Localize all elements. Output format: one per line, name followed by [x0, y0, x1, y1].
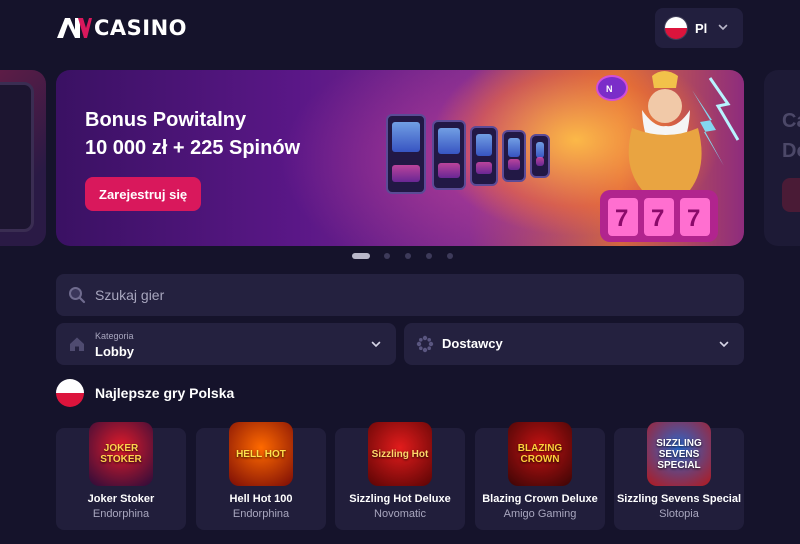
- svg-text:7: 7: [687, 205, 700, 232]
- svg-text:7: 7: [615, 205, 628, 232]
- game-thumbnail: BLAZING CROWN: [508, 422, 572, 486]
- next-slide-button: [782, 178, 800, 212]
- logo-text: CASINO: [94, 16, 188, 40]
- game-provider: Endorphina: [92, 508, 150, 520]
- next-slide-title: Ca Do: [782, 106, 800, 166]
- slot-machine-illustration: [530, 134, 550, 178]
- category-dropdown[interactable]: Kategoria Lobby: [56, 323, 396, 365]
- providers-dropdown[interactable]: Dostawcy: [404, 323, 744, 365]
- game-name: Blazing Crown Deluxe: [482, 493, 598, 505]
- next-slide-title-line2: Do: [782, 140, 800, 162]
- game-thumbnail-text: Sizzling Hot: [371, 448, 429, 460]
- register-button[interactable]: Zarejestruj się: [85, 177, 202, 211]
- game-name: Joker Stoker: [87, 493, 155, 505]
- poland-flag-icon: [56, 379, 84, 407]
- language-selector[interactable]: Pl: [655, 8, 743, 48]
- slot-machine-illustration: [432, 120, 466, 190]
- game-thumbnail-text: JOKER STOKER: [100, 443, 142, 465]
- phone-illustration: [0, 82, 34, 232]
- game-search[interactable]: [56, 274, 744, 316]
- games-list: JOKER STOKER Joker Stoker Endorphina HEL…: [56, 422, 744, 530]
- chevron-down-icon: [719, 341, 729, 348]
- banner-title-line2: 10 000 zł + 225 Spinów: [85, 137, 301, 159]
- game-provider: Endorphina: [232, 508, 290, 520]
- casino-logo[interactable]: CASINO: [56, 15, 187, 41]
- banner-title-line1: Bonus Powitalny: [85, 109, 247, 131]
- game-provider: Amigo Gaming: [503, 508, 577, 520]
- carousel-dot[interactable]: [405, 253, 411, 259]
- game-thumbnail: SIZZLING SEVENS SPECIAL: [647, 422, 711, 486]
- game-name: Sizzling Sevens Special: [616, 493, 742, 505]
- slot-machine-illustration: [470, 126, 498, 186]
- game-thumbnail: HELL HOT: [229, 422, 293, 486]
- game-name: Hell Hot 100: [229, 493, 293, 505]
- game-thumbnail-text: HELL HOT: [236, 448, 286, 460]
- game-thumbnail-text: SIZZLING SEVENS SPECIAL: [656, 437, 702, 471]
- game-card[interactable]: SIZZLING SEVENS SPECIAL Sizzling Sevens …: [614, 422, 744, 530]
- game-card[interactable]: JOKER STOKER Joker Stoker Endorphina: [56, 422, 186, 530]
- chevron-down-icon: [371, 341, 381, 348]
- next-slide-title-line1: Ca: [782, 110, 800, 132]
- game-thumbnail: Sizzling Hot: [368, 422, 432, 486]
- promo-banner[interactable]: N 7 7 7 Bonus Powitalny 10 000 zł + 225 …: [56, 70, 744, 246]
- svg-text:7: 7: [651, 205, 664, 232]
- carousel-prev-slide[interactable]: [0, 70, 46, 246]
- search-input[interactable]: [95, 287, 695, 303]
- game-provider: Slotopia: [659, 508, 699, 520]
- chevron-down-icon: [718, 24, 728, 31]
- game-name: Sizzling Hot Deluxe: [349, 493, 451, 505]
- game-card[interactable]: HELL HOT Hell Hot 100 Endorphina: [196, 422, 326, 530]
- game-provider: Novomatic: [374, 508, 426, 520]
- game-thumbnail: JOKER STOKER: [89, 422, 153, 486]
- game-card[interactable]: BLAZING CROWN Blazing Crown Deluxe Amigo…: [475, 422, 605, 530]
- carousel-dot[interactable]: [384, 253, 390, 259]
- game-thumbnail-text: BLAZING CROWN: [517, 443, 563, 465]
- logo-mark-icon: [57, 18, 92, 38]
- slot-machine-illustration: [386, 114, 426, 194]
- search-icon: [69, 287, 86, 304]
- providers-label: Dostawcy: [442, 336, 503, 351]
- carousel-pagination: [352, 253, 468, 259]
- section-title: Najlepsze gry Polska: [95, 385, 235, 401]
- poland-flag-icon: [665, 17, 687, 39]
- slot-machine-illustration: [502, 130, 526, 182]
- category-value: Lobby: [95, 344, 134, 359]
- home-icon: [70, 337, 84, 351]
- language-label: Pl: [695, 20, 708, 36]
- game-card[interactable]: Sizzling Hot Sizzling Hot Deluxe Novomat…: [335, 422, 465, 530]
- category-label: Kategoria: [95, 331, 134, 341]
- carousel-dot[interactable]: [426, 253, 432, 259]
- zeus-slot-illustration: N 7 7 7: [596, 71, 740, 242]
- carousel-next-slide[interactable]: Ca Do: [764, 70, 800, 246]
- carousel-dot[interactable]: [352, 253, 370, 259]
- providers-icon: [416, 335, 434, 353]
- carousel-dot[interactable]: [447, 253, 453, 259]
- banner-title: Bonus Powitalny 10 000 zł + 225 Spinów: [85, 106, 300, 162]
- svg-text:N: N: [606, 84, 613, 94]
- header: CASINO Pl: [0, 0, 800, 56]
